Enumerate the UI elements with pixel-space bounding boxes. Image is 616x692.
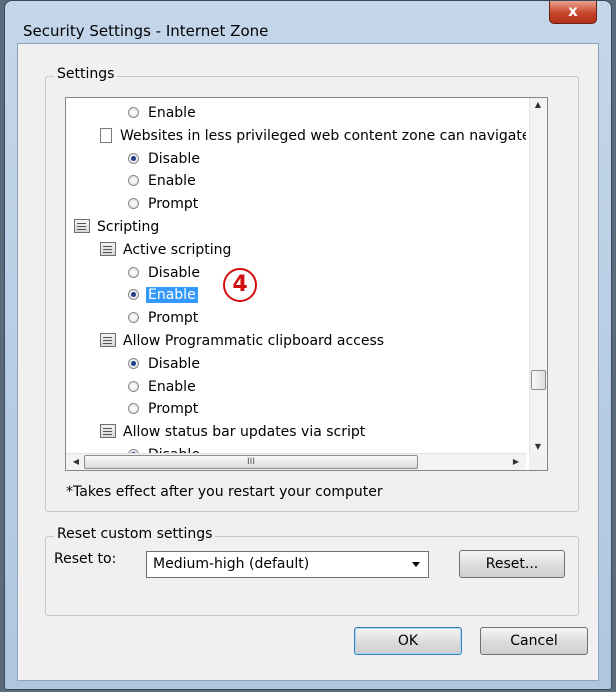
radio-option[interactable]: Enable [128,376,196,398]
radio-option[interactable]: Prompt [128,398,198,420]
settings-tree-list: Enable Websites in less privileged web co… [66,98,526,453]
setting-label: Enable [148,173,196,190]
close-icon: x [568,2,578,20]
radio-option[interactable]: Prompt [128,307,198,329]
scroll-grip-icon: III [247,457,255,467]
script-icon [100,333,116,347]
radio-unchecked-icon[interactable] [128,312,139,324]
reset-to-label: Reset to: [54,551,117,567]
annotation-marker: 4 [223,268,257,302]
close-button[interactable]: x [549,1,597,24]
radio-unchecked-icon[interactable] [128,380,139,392]
scroll-down-icon[interactable]: ▼ [530,442,546,451]
radio-option[interactable]: Disable [128,444,200,453]
setting-label: Active scripting [123,241,232,258]
radio-unchecked-icon[interactable] [128,175,139,187]
radio-option[interactable]: Disable [128,148,200,170]
script-icon [100,424,116,439]
script-icon [74,219,90,233]
security-settings-window: Security Settings - Internet Zone x Sett… [4,0,612,690]
radio-unchecked-icon[interactable] [128,403,139,415]
restart-note: *Takes effect after you restart your com… [66,484,383,500]
horizontal-scrollbar[interactable]: ◀ III ▶ [66,453,526,470]
radio-option[interactable]: Prompt [128,193,198,215]
radio-option[interactable]: Enable [128,102,196,124]
setting-label: Allow status bar updates via script [123,424,366,441]
setting-label: Enable [146,287,198,304]
horizontal-scroll-thumb[interactable]: III [84,455,418,469]
setting-item: Websites in less privileged web content … [100,125,526,147]
setting-item: Allow status bar updates via script [100,421,365,443]
radio-unchecked-icon[interactable] [128,198,139,210]
setting-label: Prompt [148,310,199,327]
scroll-corner [529,453,547,470]
radio-checked-icon[interactable] [128,289,139,301]
settings-tree[interactable]: Enable Websites in less privileged web co… [65,97,548,471]
setting-label: Enable [148,105,196,121]
radio-checked-icon[interactable] [128,357,139,369]
reset-level-value: Medium-high (default) [153,556,310,572]
vertical-scrollbar[interactable]: ▲ ▼ [529,98,547,453]
cancel-button[interactable]: Cancel [480,627,588,655]
setting-label: Disable [148,150,200,167]
window-title: Security Settings - Internet Zone [23,22,269,40]
radio-option[interactable]: Enable [128,170,196,192]
setting-category: Scripting [74,216,159,238]
dialog-body: Settings Enable Websites in less privileg… [17,43,599,681]
title-bar[interactable]: Security Settings - Internet Zone x [5,1,611,40]
scroll-up-icon[interactable]: ▲ [530,100,546,109]
radio-checked-icon[interactable] [128,152,139,164]
radio-option[interactable]: Disable [128,262,200,284]
radio-unchecked-icon[interactable] [128,107,139,118]
scroll-right-icon[interactable]: ▶ [508,457,524,466]
reset-level-dropdown[interactable]: Medium-high (default) [146,551,429,578]
setting-label: Scripting [97,219,160,235]
script-icon [100,241,116,256]
setting-label: Prompt [148,196,199,213]
radio-option[interactable]: Enable [128,284,198,306]
document-icon [100,127,112,143]
setting-item: Active scripting [100,239,231,261]
reset-group-label: Reset custom settings [54,526,216,542]
setting-label: Enable [148,378,196,395]
chevron-down-icon [412,562,420,567]
setting-label: Allow Programmatic clipboard access [123,333,385,349]
scroll-left-icon[interactable]: ◀ [68,457,84,466]
radio-option[interactable]: Disable [128,353,200,375]
reset-button[interactable]: Reset... [459,550,565,578]
ok-button[interactable]: OK [354,627,462,655]
radio-unchecked-icon[interactable] [128,266,139,278]
setting-label: Websites in less privileged web content … [120,127,526,144]
setting-label: Prompt [148,401,199,418]
setting-item: Allow Programmatic clipboard access [100,330,384,352]
setting-label: Disable [148,264,200,281]
settings-group-label: Settings [54,66,118,82]
vertical-scroll-thumb[interactable] [531,370,546,390]
setting-label: Disable [148,355,200,372]
